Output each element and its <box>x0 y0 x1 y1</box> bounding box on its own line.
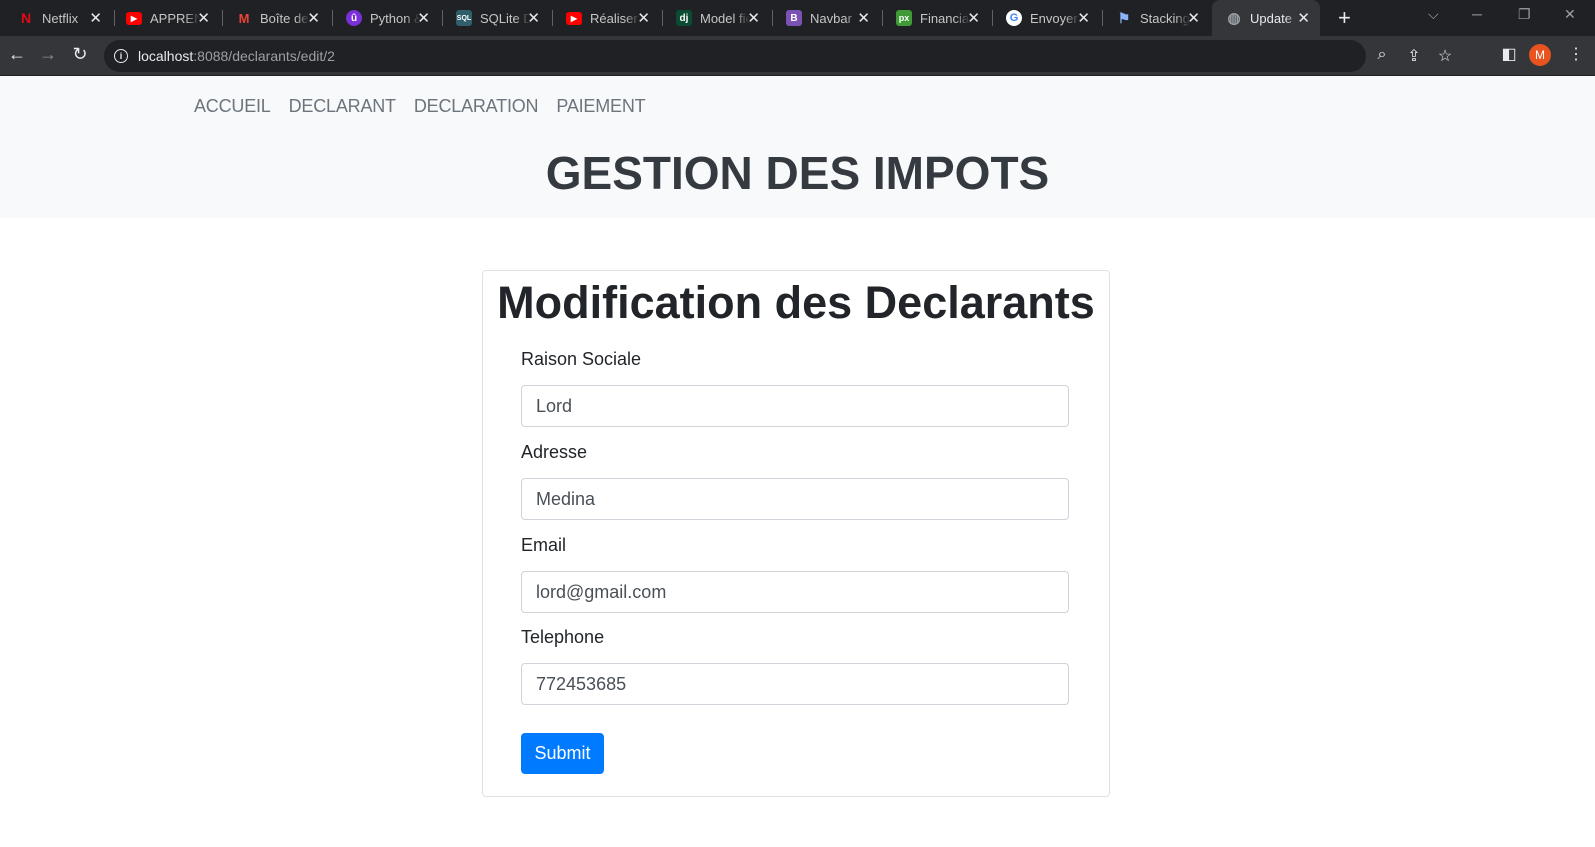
browser-tab-realiser[interactable]: ▶ Réaliser ✕ <box>552 0 660 36</box>
close-icon[interactable]: ✕ <box>637 9 650 27</box>
google-icon: G <box>1006 10 1022 26</box>
close-icon[interactable]: ✕ <box>967 9 980 27</box>
tab-title: Stacking <box>1140 10 1190 26</box>
flag-icon: ⚑ <box>1117 9 1131 26</box>
browser-tab-envoyer[interactable]: G Envoyer ✕ <box>992 0 1100 36</box>
new-tab-plus-icon[interactable]: + <box>1338 5 1351 31</box>
site-navbar: ACCUEIL DECLARANT DECLARATION PAIEMENT G… <box>0 76 1595 218</box>
browser-tab-python[interactable]: û Python & ✕ <box>332 0 440 36</box>
tab-title: Netflix <box>42 10 79 26</box>
youtube-icon: ▶ <box>566 11 582 25</box>
raison-sociale-label: Raison Sociale <box>521 349 642 369</box>
field-telephone: Telephone <box>521 627 1069 705</box>
tab-title: Model field <box>700 10 750 26</box>
sqlite-icon: SQL <box>456 10 472 26</box>
tab-title: Python & <box>370 10 420 26</box>
raison-sociale-input[interactable] <box>521 385 1069 427</box>
telephone-input[interactable] <box>521 663 1069 705</box>
tab-title: Envoyer <box>1030 10 1078 26</box>
share-icon[interactable]: ⇪ <box>1402 46 1426 66</box>
browser-tab-gmail[interactable]: M Boîte de réception ✕ <box>222 0 330 36</box>
nav-link-declaration[interactable]: DECLARATION <box>405 96 548 117</box>
browser-toolbar: ← → ↻ i localhost:8088/declarants/edit/2… <box>0 36 1595 76</box>
restore-icon[interactable]: ❐ <box>1518 6 1531 23</box>
web-page: ACCUEIL DECLARANT DECLARATION PAIEMENT G… <box>0 76 1595 847</box>
browser-tab-netflix[interactable]: N Netflix ✕ <box>4 0 112 36</box>
close-icon[interactable]: ✕ <box>417 9 430 27</box>
tab-title: APPRENDRE <box>150 10 200 26</box>
python-course-icon: û <box>346 10 362 26</box>
nav-link-declarant[interactable]: DECLARANT <box>280 96 405 117</box>
tab-title: SQLite Database <box>480 10 530 26</box>
url-path: :8088/declarants/edit/2 <box>193 48 335 64</box>
telephone-label: Telephone <box>521 627 605 647</box>
close-icon[interactable]: ✕ <box>1077 9 1090 27</box>
edit-declarant-form-card: Modification des Declarants Raison Socia… <box>482 270 1110 797</box>
tab-title: Update <box>1250 10 1292 26</box>
close-icon[interactable]: ✕ <box>747 9 760 27</box>
close-icon[interactable]: ✕ <box>857 9 870 27</box>
gmail-icon: M <box>238 10 250 26</box>
close-icon[interactable]: ✕ <box>1297 9 1310 27</box>
zoom-icon[interactable]: ⌕ <box>1370 46 1394 64</box>
close-icon[interactable]: ✕ <box>197 9 210 27</box>
browser-tab-navbar[interactable]: B Navbar ✕ <box>772 0 880 36</box>
browser-tab-financial[interactable]: px Financial ✕ <box>882 0 990 36</box>
youtube-icon: ▶ <box>126 11 142 25</box>
nav-links: ACCUEIL DECLARANT DECLARATION PAIEMENT <box>185 96 654 117</box>
close-icon[interactable]: ✕ <box>1187 9 1200 27</box>
field-adresse: Adresse <box>521 442 1069 520</box>
px-icon: px <box>896 10 912 26</box>
adresse-input[interactable] <box>521 478 1069 520</box>
tab-title: Navbar <box>810 10 852 26</box>
email-label: Email <box>521 535 567 555</box>
browser-tab-django-model[interactable]: dj Model field ✕ <box>662 0 770 36</box>
bootstrap-icon: B <box>786 10 802 26</box>
url-host: localhost <box>138 48 194 64</box>
tab-title: Financial <box>920 10 970 26</box>
browser-tab-strip: N Netflix ✕ ▶ APPRENDRE ✕ M Boîte de réc… <box>0 0 1595 36</box>
back-arrow-icon[interactable]: ← <box>5 44 29 65</box>
close-icon[interactable]: ✕ <box>527 9 540 27</box>
close-icon[interactable]: ✕ <box>307 9 320 27</box>
email-input[interactable] <box>521 571 1069 613</box>
side-panel-icon[interactable]: ◧ <box>1497 44 1521 64</box>
submit-button[interactable]: Submit <box>521 733 604 774</box>
menu-kebab-icon[interactable]: ⋮ <box>1564 44 1588 64</box>
url-text[interactable]: localhost:8088/declarants/edit/2 <box>138 48 335 64</box>
nav-link-paiement[interactable]: PAIEMENT <box>547 96 654 117</box>
adresse-label: Adresse <box>521 442 588 462</box>
tab-title: Boîte de réception <box>260 10 310 26</box>
netflix-icon: N <box>20 10 32 26</box>
globe-icon: ◍ <box>1227 10 1241 27</box>
profile-avatar[interactable]: M <box>1529 44 1551 66</box>
nav-link-accueil[interactable]: ACCUEIL <box>185 96 280 117</box>
forward-arrow-icon[interactable]: → <box>36 44 60 65</box>
browser-tab-update-active[interactable]: ◍ Update ✕ <box>1212 0 1320 36</box>
field-raison-sociale: Raison Sociale <box>521 349 1069 427</box>
minimize-icon[interactable]: ─ <box>1472 6 1482 22</box>
django-icon: dj <box>676 10 692 26</box>
browser-tab-sqlite[interactable]: SQL SQLite Database ✕ <box>442 0 550 36</box>
browser-tab-apprendre[interactable]: ▶ APPRENDRE ✕ <box>112 0 220 36</box>
browser-tab-stacking[interactable]: ⚑ Stacking ✕ <box>1102 0 1210 36</box>
form-title: Modification des Declarants <box>497 277 1095 328</box>
close-icon[interactable]: ✕ <box>89 9 102 27</box>
field-email: Email <box>521 535 1069 613</box>
tab-search-chevron-icon[interactable]: ⌵ <box>1428 6 1439 23</box>
tab-title: Réaliser <box>590 10 638 26</box>
address-bar[interactable]: i localhost:8088/declarants/edit/2 ⌕ ⇪ ☆ <box>104 40 1452 72</box>
reload-icon[interactable]: ↻ <box>68 44 92 65</box>
site-title: GESTION DES IMPOTS <box>545 147 1050 199</box>
site-info-icon[interactable]: i <box>114 49 128 63</box>
bookmark-star-icon[interactable]: ☆ <box>1433 46 1457 66</box>
window-close-icon[interactable]: ✕ <box>1564 6 1576 23</box>
